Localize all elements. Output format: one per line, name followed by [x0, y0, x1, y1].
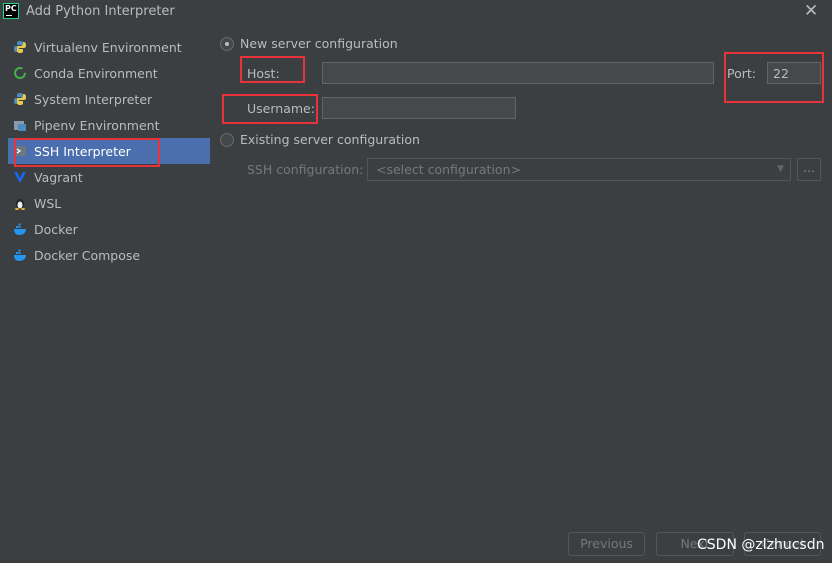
- sidebar-item-vagrant[interactable]: Vagrant: [8, 164, 210, 190]
- existing-server-radio[interactable]: [220, 133, 234, 147]
- new-server-label: New server configuration: [240, 36, 398, 51]
- sidebar-item-docker[interactable]: Docker: [8, 216, 210, 242]
- csdn-watermark: CSDN @zlzhucsdn: [697, 537, 825, 553]
- sidebar-item-label: SSH Interpreter: [34, 143, 131, 159]
- conda-icon: [12, 65, 28, 81]
- port-label: Port:: [727, 66, 756, 81]
- sidebar-item-label: Pipenv Environment: [34, 117, 160, 133]
- sidebar-item-label: System Interpreter: [34, 91, 153, 107]
- docker-icon: [12, 247, 28, 263]
- sidebar-item-pipenv[interactable]: Pipenv Environment: [8, 112, 210, 138]
- host-input[interactable]: [322, 62, 714, 84]
- sidebar-item-system-interpreter[interactable]: System Interpreter: [8, 86, 210, 112]
- terminal-icon: [12, 143, 28, 159]
- ssh-configuration-select[interactable]: <select configuration> ▼: [367, 158, 791, 181]
- username-label: Username:: [247, 101, 315, 116]
- browse-ssh-configurations-button[interactable]: ...: [797, 158, 821, 181]
- existing-server-label: Existing server configuration: [240, 132, 420, 147]
- sidebar-item-label: WSL: [34, 195, 62, 211]
- docker-icon: [12, 221, 28, 237]
- title-bar: PC Add Python Interpreter ✕: [0, 0, 832, 24]
- username-input[interactable]: [322, 97, 516, 119]
- sidebar-item-label: Docker: [34, 221, 78, 237]
- new-server-radio[interactable]: [220, 37, 234, 51]
- python-icon: [12, 91, 28, 107]
- sidebar-item-label: Vagrant: [34, 169, 83, 185]
- window-title: Add Python Interpreter: [26, 4, 175, 19]
- sidebar-item-wsl[interactable]: WSL: [8, 190, 210, 216]
- ssh-configuration-value: <select configuration>: [376, 162, 521, 177]
- previous-button[interactable]: Previous: [568, 532, 645, 556]
- sidebar-item-label: Docker Compose: [34, 247, 141, 263]
- port-input[interactable]: [767, 62, 821, 84]
- python-icon: [12, 39, 28, 55]
- pycharm-app-icon: PC: [3, 3, 19, 19]
- close-icon[interactable]: ✕: [804, 1, 818, 21]
- host-label: Host:: [247, 66, 280, 81]
- sidebar-item-conda[interactable]: Conda Environment: [8, 60, 210, 86]
- ssh-configuration-label: SSH configuration:: [247, 162, 364, 177]
- sidebar-item-virtualenv[interactable]: Virtualenv Environment: [8, 34, 210, 60]
- dropdown-arrow-icon: ▼: [777, 164, 784, 174]
- pipenv-icon: [12, 117, 28, 133]
- sidebar-item-label: Virtualenv Environment: [34, 39, 182, 55]
- vagrant-icon: [12, 169, 28, 185]
- sidebar-item-label: Conda Environment: [34, 65, 158, 81]
- sidebar-item-docker-compose[interactable]: Docker Compose: [8, 242, 210, 268]
- sidebar-item-ssh-interpreter[interactable]: SSH Interpreter: [8, 138, 210, 164]
- linux-icon: [12, 195, 28, 211]
